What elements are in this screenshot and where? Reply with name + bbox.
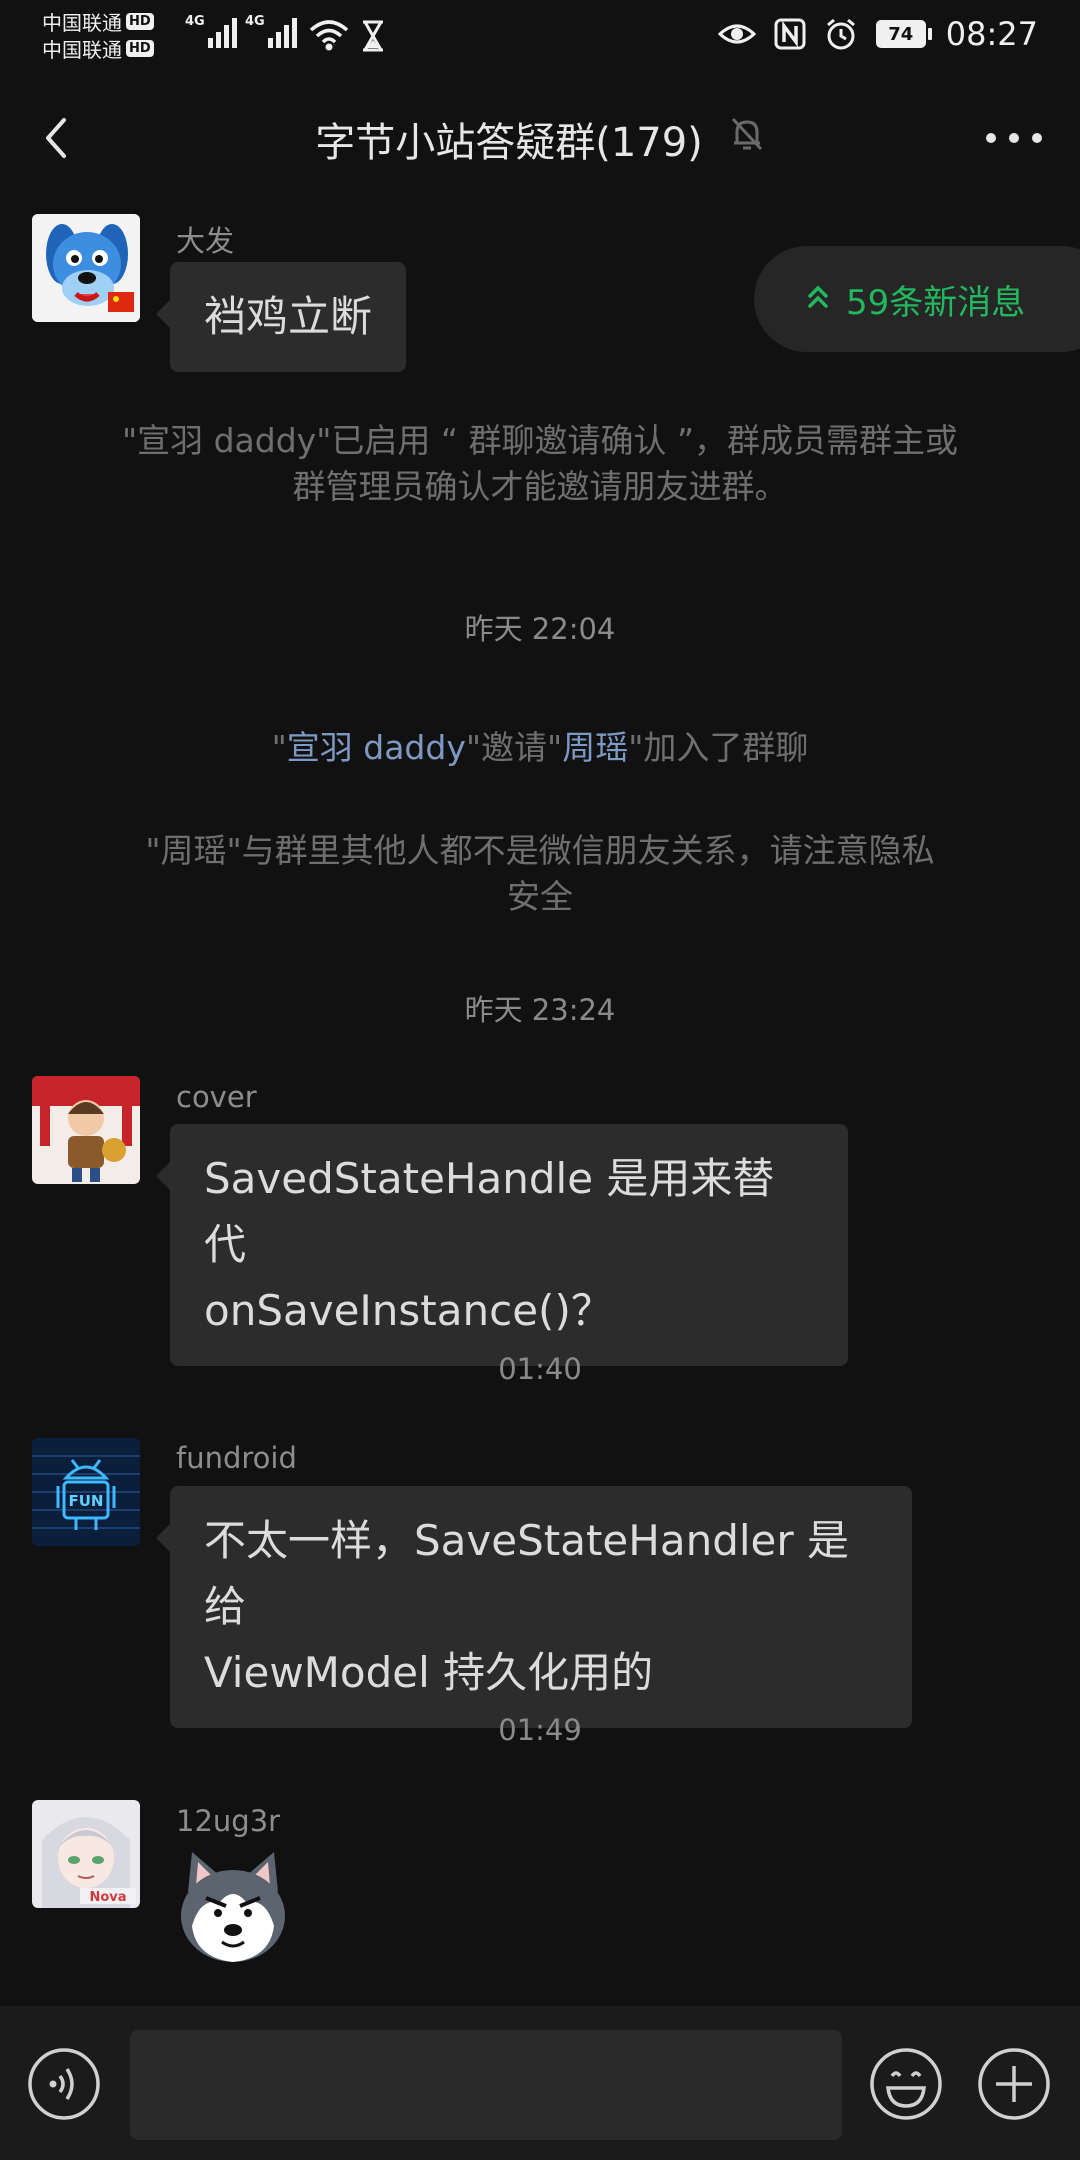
svg-text:Nova: Nova (89, 1890, 126, 1905)
signal-icon-2: 4G (245, 14, 299, 52)
signal-icon-1: 4G (185, 14, 239, 52)
new-messages-label: 59条新消息 (846, 282, 1026, 323)
hd-badge-2: HD (126, 40, 154, 57)
voice-icon[interactable] (26, 2046, 102, 2122)
message-text-line-1: 不太一样，SaveStateHandler 是给 (204, 1516, 849, 1631)
avatar-fundroid[interactable]: FUN (32, 1438, 140, 1546)
avatar-cover[interactable] (32, 1076, 140, 1184)
input-bar (0, 2006, 1080, 2160)
message-bubble[interactable]: SavedStateHandle 是用来替代 onSaveInstance()？ (156, 1124, 848, 1366)
chat-header: 字节小站答疑群(179) (0, 98, 1080, 178)
chat-title[interactable]: 字节小站答疑群(179) (315, 110, 703, 168)
notice-line-2: 群管理员确认才能邀请朋友进群。 (292, 467, 788, 506)
sender-name: fundroid (176, 1441, 297, 1475)
more-icon[interactable] (986, 122, 1042, 154)
clock: 08:27 (945, 15, 1038, 53)
new-messages-button[interactable]: 59条新消息 (754, 246, 1080, 352)
status-bar: 中国联通 HD 中国联通 HD 4G 4G 74 08:27 (0, 0, 1080, 70)
invite-quote: " (271, 728, 287, 767)
husky-sticker[interactable] (170, 1846, 296, 1972)
timestamp: 01:49 (498, 1713, 582, 1747)
signal-indicators: 4G 4G (185, 14, 385, 52)
carrier-name-1: 中国联通 (42, 11, 122, 35)
message-text: 裆鸡立断 (204, 292, 373, 341)
invite-tail: "加入了群聊 (628, 728, 809, 767)
nfc-icon (774, 18, 806, 50)
privacy-line-2: 安全 (507, 877, 573, 916)
wifi-icon (309, 18, 349, 52)
hourglass-icon (361, 20, 385, 52)
message-text-line-2: ViewModel 持久化用的 (204, 1648, 654, 1697)
inviter-link[interactable]: 宣羽 daddy (287, 728, 466, 767)
carrier-name-2: 中国联通 (42, 38, 122, 62)
avatar-dafa[interactable] (32, 214, 140, 322)
message-bubble[interactable]: 裆鸡立断 (155, 262, 407, 372)
privacy-line-1: "周瑶"与群里其他人都不是微信朋友关系，请注意隐私 (145, 831, 935, 870)
status-right: 74 08:27 (700, 12, 1038, 56)
timestamp: 昨天 22:04 (464, 612, 616, 646)
message-text-line-2: onSaveInstance()？ (204, 1286, 613, 1335)
timestamp: 01:40 (498, 1352, 582, 1386)
notice-line-1: "宣羽 daddy"已启用 “ 群聊邀请确认 ”，群成员需群主或 (121, 421, 959, 460)
svg-text:FUN: FUN (69, 1492, 104, 1510)
network-type-2: 4G (245, 14, 265, 29)
alarm-icon (824, 17, 858, 51)
carrier-info: 中国联通 HD 中国联通 HD (42, 8, 182, 62)
invite-notice: "宣羽 daddy"邀请"周瑶"加入了群聊 (80, 725, 1000, 771)
invitee-link[interactable]: 周瑶 (562, 728, 628, 767)
carrier-row-1: 中国联通 HD (42, 8, 182, 35)
double-chevron-up-icon (806, 279, 830, 319)
plus-icon[interactable] (976, 2046, 1052, 2122)
message-text-line-1: SavedStateHandle 是用来替代 (204, 1154, 775, 1269)
battery-level: 74 (875, 20, 926, 48)
timestamp: 昨天 23:24 (464, 993, 616, 1027)
message-input[interactable] (130, 2030, 842, 2140)
chat-screen: 中国联通 HD 中国联通 HD 4G 4G 74 08:27 字节小站答疑群(1… (0, 0, 1080, 2160)
message-bubble[interactable]: 不太一样，SaveStateHandler 是给 ViewModel 持久化用的 (156, 1486, 912, 1728)
battery-icon: 74 (875, 20, 932, 48)
sender-name: 12ug3r (176, 1804, 281, 1838)
mute-bell-icon (729, 115, 765, 163)
sender-name: cover (176, 1080, 257, 1114)
privacy-notice: "周瑶"与群里其他人都不是微信朋友关系，请注意隐私 安全 (80, 828, 1000, 920)
emoji-icon[interactable] (868, 2046, 944, 2122)
system-notice: "宣羽 daddy"已启用 “ 群聊邀请确认 ”，群成员需群主或 群管理员确认才… (80, 418, 1000, 510)
hd-badge-1: HD (126, 13, 154, 30)
network-type-1: 4G (185, 14, 205, 29)
sender-name: 大发 (176, 224, 235, 258)
chat-title-area: 字节小站答疑群(179) (0, 110, 1080, 168)
invite-text: "邀请" (465, 728, 563, 767)
carrier-row-2: 中国联通 HD (42, 35, 182, 62)
eye-comfort-icon (717, 21, 756, 47)
avatar-12ug3r[interactable]: Nova (32, 1800, 140, 1908)
